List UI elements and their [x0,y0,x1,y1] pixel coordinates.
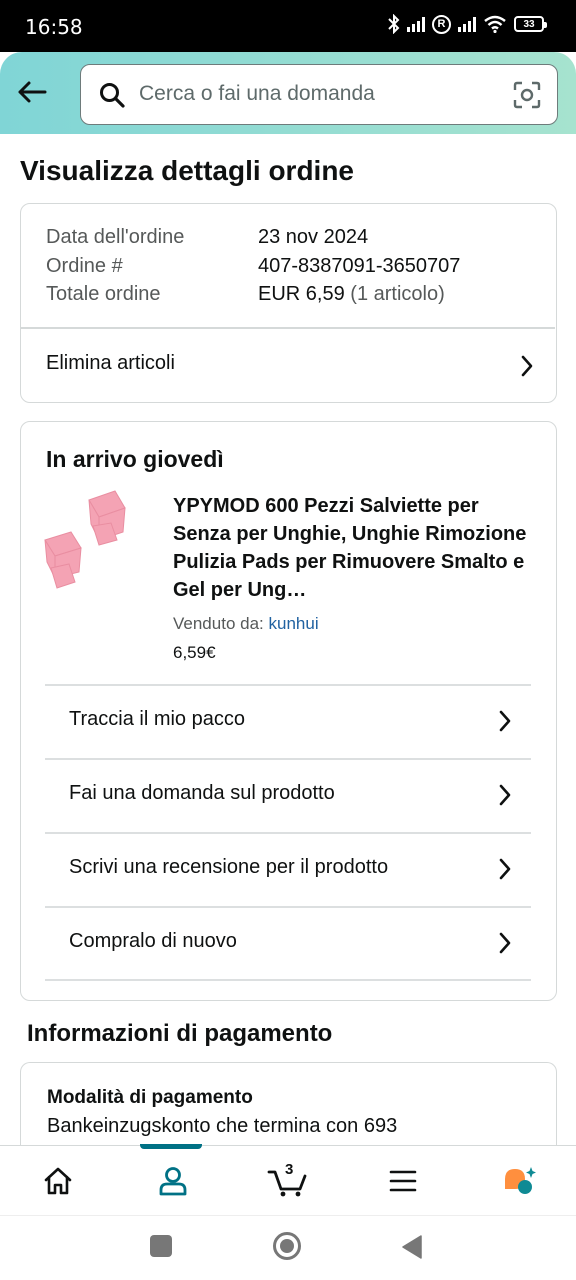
order-number-label: Ordine # [46,255,123,277]
search-icon [100,83,125,108]
payment-section-title: Informazioni di pagamento [27,1020,333,1047]
shipment-card: In arrivo giovedì YPYMOD 600 Pezzi Salvi… [20,421,557,1001]
order-total-amount: EUR 6,59 [258,283,345,305]
chevron-right-icon [499,710,511,732]
cell-signal-icon [407,16,425,32]
bottom-nav: 3 [0,1144,576,1216]
rufus-icon [504,1167,536,1194]
chevron-right-icon [499,784,511,806]
search-placeholder: Cerca o fai una domanda [139,82,375,105]
menu-icon [389,1170,416,1192]
order-item-count: (1 articolo) [350,283,445,305]
cart-count-badge: 3 [285,1161,294,1178]
home-icon [44,1167,71,1195]
buy-again-row[interactable]: Compralo di nuovo [45,908,531,980]
account-icon [159,1167,186,1196]
delete-items-label: Elimina articoli [46,352,175,374]
status-time: 16:58 [25,15,83,39]
nav-cart[interactable]: 3 [230,1146,345,1216]
chevron-right-icon [499,932,511,954]
track-package-label: Traccia il mio pacco [69,708,245,730]
roaming-icon: R [432,14,451,34]
back-button[interactable] [14,74,50,110]
track-package-row[interactable]: Traccia il mio pacco [45,686,531,758]
recents-button[interactable] [150,1235,172,1257]
battery-level: 33 [523,18,535,30]
buy-again-label: Compralo di nuovo [69,930,237,952]
payment-method-label: Modalità di pagamento [47,1087,253,1108]
camera-scan-icon[interactable] [513,81,541,109]
nav-rufus[interactable] [461,1146,576,1216]
back-arrow-icon [18,81,47,103]
home-system-button[interactable] [273,1232,301,1260]
seller-info: Venduto da: kunhui [173,614,319,634]
order-date-value: 23 nov 2024 [258,226,369,248]
delivery-status: In arrivo giovedì [46,446,224,472]
delete-items-row[interactable]: Elimina articoli [21,328,555,402]
write-review-label: Scrivi una recensione per il prodotto [69,856,389,878]
product-price: 6,59€ [173,643,216,662]
order-total-label: Totale ordine [46,283,161,305]
seller-link[interactable]: kunhui [269,614,319,633]
search-input[interactable]: Cerca o fai una domanda [80,64,558,125]
status-icons: R 33 [388,14,547,34]
system-nav-bar [0,1215,576,1280]
payment-method-value: Bankeinzugskonto che termina con 693 [47,1115,398,1137]
app-header: Cerca o fai una domanda [0,52,576,134]
bluetooth-icon [388,14,400,34]
cell-signal-2-icon [458,16,476,32]
chevron-right-icon [521,355,533,377]
nav-menu[interactable] [345,1146,460,1216]
wifi-icon [484,15,506,33]
order-summary-card: Data dell'ordine 23 nov 2024 Ordine # 40… [20,203,557,403]
order-total-value: EUR 6,59 (1 articolo) [258,283,445,306]
product-title[interactable]: YPYMOD 600 Pezzi Salviette per Senza per… [173,492,533,604]
status-bar: 16:58 R 33 [0,0,576,52]
chevron-right-icon [499,858,511,880]
battery-icon: 33 [514,16,547,32]
product-image[interactable] [43,488,151,596]
ask-question-label: Fai una domanda sul prodotto [69,782,335,804]
order-number-value: 407-8387091-3650707 [258,255,461,277]
back-system-button[interactable] [401,1235,423,1259]
write-review-row[interactable]: Scrivi una recensione per il prodotto [45,834,531,906]
nav-home[interactable] [0,1146,115,1216]
order-date-label: Data dell'ordine [46,226,185,248]
nav-account[interactable] [115,1146,230,1216]
ask-question-row[interactable]: Fai una domanda sul prodotto [45,760,531,832]
seller-label: Venduto da: [173,614,264,633]
page-title: Visualizza dettagli ordine [20,155,355,186]
divider [45,979,531,981]
